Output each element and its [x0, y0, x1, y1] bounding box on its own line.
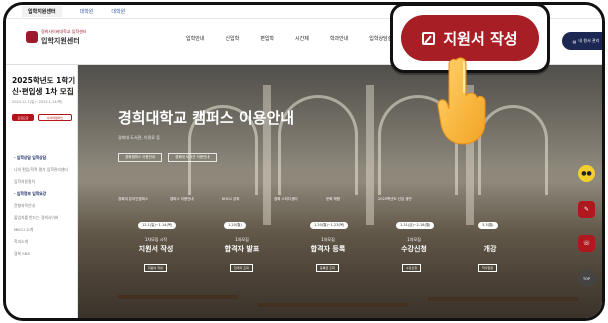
tab-graduate-1[interactable]: 대학원: [80, 8, 94, 15]
nav-item-departments[interactable]: 학과안내: [330, 35, 348, 42]
guide-button[interactable]: 모집요강: [12, 114, 34, 121]
consult-icon: ☏: [582, 240, 591, 247]
schedule-card: 3.3(월) 개강 학사일정: [460, 220, 520, 282]
schedule-button[interactable]: 합격자 조회: [230, 264, 253, 272]
hero-link[interactable]: KHCU 강좌: [222, 197, 262, 202]
my-application-label: 내 원서 관리: [578, 38, 600, 43]
campus-guide-button[interactable]: 경희캠퍼스 이용안내: [118, 153, 163, 162]
pointing-hand-icon: [437, 57, 486, 145]
university-seal-icon: [26, 31, 38, 43]
schedule-button[interactable]: 지원서 작성: [144, 264, 167, 272]
hero-subtitle: 경희대 도서관, 이용료 등: [118, 135, 160, 140]
bookshelf: [428, 297, 578, 301]
quick-apply-button[interactable]: ✎: [578, 201, 595, 218]
main-nav: 입학안내 신입학 편입학 시간제 학과안내 입학상담실: [186, 35, 392, 42]
bookshelf: [118, 295, 238, 299]
schedule-sub: 1차모집 시작: [144, 237, 168, 242]
hero-links: 경희대 온라인캠퍼스 캠퍼스 이용안내 KHCU 강좌 경희 스터디센터 문화 …: [118, 197, 418, 202]
tab-admission[interactable]: 입학지원센터: [22, 6, 62, 17]
schedule-button[interactable]: 학사일정: [478, 264, 498, 272]
nav-item-parttime[interactable]: 시간제: [295, 35, 309, 42]
hero-link[interactable]: 경희 스터디센터: [274, 197, 314, 202]
library-column: [366, 85, 374, 225]
chat-button[interactable]: ●●: [578, 165, 595, 182]
apply-button[interactable]: 지원서 작성: [401, 15, 539, 61]
nav-item-freshman[interactable]: 신입학: [225, 35, 239, 42]
schedule-title: 수강신청: [401, 245, 427, 253]
my-application-button[interactable]: ▤ 내 원서 관리: [562, 32, 602, 50]
schedule-date: 12.1(일)~1.14(목): [138, 222, 177, 229]
apply-button-label: 지원서 작성: [443, 29, 518, 48]
nav-item-transfer[interactable]: 편입학: [260, 35, 274, 42]
library-column: [263, 85, 271, 225]
hero-link[interactable]: 캠퍼스 이용안내: [170, 197, 210, 202]
sidebar-item-majors[interactable]: 학과소개: [14, 239, 76, 244]
library-guide-button[interactable]: 경희대 도서관 이용안내: [168, 153, 217, 162]
document-icon: ▤: [572, 38, 577, 44]
schedule-title: 지원서 작성: [138, 245, 174, 253]
hero-link[interactable]: 2025학년도 신입 생안: [378, 197, 418, 202]
logo-university: 경희사이버대학교 입학센터: [41, 29, 87, 34]
hero-banner: 경희대학교 캠퍼스 이용안내 경희대 도서관, 이용료 등 경희캠퍼스 이용안내…: [78, 65, 602, 318]
schedule-title: 합격자 등록: [310, 245, 346, 253]
site-logo[interactable]: 경희사이버대학교 입학센터 입학지원센터: [26, 29, 96, 51]
nav-item-consulting[interactable]: 입학상담실: [369, 35, 392, 42]
nav-item-admission-info[interactable]: 입학안내: [186, 35, 204, 42]
sidebar-item-sns[interactable]: 경희 SNS: [14, 251, 76, 256]
cyber-campus-button[interactable]: 사이버캠퍼스: [38, 114, 72, 121]
sidebar-item-evaluation[interactable]: 나의 편입/학적 평가 입학관리센터: [14, 167, 76, 172]
schedule-card: 1.20(월) 1차모집 합격자 발표 합격자 조회: [202, 220, 282, 282]
logo-center: 입학지원센터: [41, 37, 80, 45]
schedule-title: 개강: [483, 245, 497, 253]
schedule-button[interactable]: 등록금 조회: [316, 264, 339, 272]
schedule-date: 1.20(월)~1.23(목): [310, 222, 349, 229]
sidebar-item-graduates[interactable]: 졸업자를 반드는 경희사이버: [14, 215, 76, 220]
library-arch: [478, 105, 548, 195]
tab-graduate-2[interactable]: 대학원: [111, 8, 125, 15]
chat-icon: ●●: [581, 170, 592, 177]
recruit-date: 2024.12.1(일)~2025.1.14(목): [12, 100, 63, 104]
hero-link[interactable]: 경희대 온라인캠퍼스: [118, 197, 158, 202]
pencil-icon: [422, 31, 436, 45]
left-sidebar: 2025학년도 1학기 신·편입생 1차 모집 2024.12.1(일)~202…: [6, 65, 78, 318]
sidebar-item-info[interactable]: 입학정보 입학요강: [14, 191, 76, 196]
schedule-sub: 1차모집: [321, 237, 335, 242]
schedule-sub: 1차모집: [407, 237, 421, 242]
sidebar-item-consult[interactable]: 입학상담 입학상담: [14, 155, 76, 160]
bookshelf: [258, 303, 408, 307]
consult-button[interactable]: ☏: [578, 235, 595, 252]
schedule-card: 1.20(월)~1.23(목) 1차모집 합격자 등록 등록금 조회: [288, 220, 368, 282]
schedule-card: 12.1(일)~1.14(목) 1차모집 시작 지원서 작성 지원서 작성: [116, 220, 196, 282]
schedule-button[interactable]: 수강신청: [402, 264, 422, 272]
top-button[interactable]: TOP: [578, 270, 595, 287]
hero-buttons: 경희캠퍼스 이용안내 경희대 도서관 이용안내: [118, 153, 217, 162]
note-icon: ✎: [583, 206, 590, 213]
schedule-title: 합격자 발표: [224, 245, 260, 253]
schedule-sub: 1차모집: [235, 237, 249, 242]
schedule-date: 3.3(월): [478, 222, 498, 229]
hero-title: 경희대학교 캠퍼스 이용안내: [118, 109, 295, 127]
sidebar-item-about[interactable]: MKCU 소개: [14, 227, 76, 232]
sidebar-menu: 입학상담 입학상담 나의 편입/학적 평가 입학관리센터 입학지원절차 입학정보…: [14, 155, 76, 263]
schedule-cards: 12.1(일)~1.14(목) 1차모집 시작 지원서 작성 지원서 작성 1.…: [116, 220, 520, 282]
sidebar-item-procedure[interactable]: 입학지원절차: [14, 179, 76, 184]
recruit-title: 2025학년도 1학기 신·편입생 1차 모집: [12, 76, 76, 96]
schedule-date: 1.31(금)~2.18(월): [396, 222, 435, 229]
sidebar-item-subjects[interactable]: 전형과목안내: [14, 203, 76, 208]
schedule-card: 1.31(금)~2.18(월) 1차모집 수강신청 수강신청: [374, 220, 454, 282]
schedule-date: 1.20(월): [224, 222, 246, 229]
hero-link[interactable]: 문화 체험: [326, 197, 366, 202]
